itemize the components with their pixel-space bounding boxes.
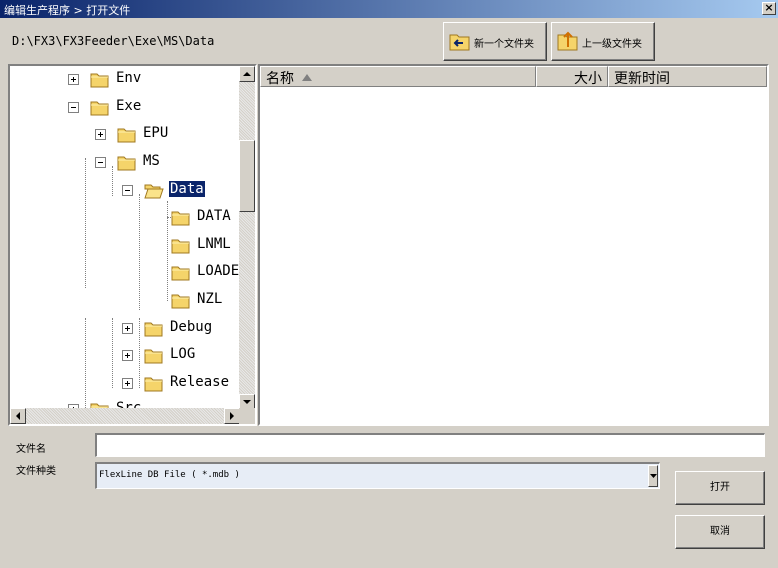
tree-item-label: MS — [143, 153, 160, 169]
open-button[interactable]: 打开 — [675, 471, 765, 505]
filename-input[interactable] — [95, 433, 765, 457]
folder-icon — [171, 237, 191, 254]
collapse-minus-icon[interactable] — [95, 157, 106, 168]
expand-plus-icon[interactable] — [122, 378, 133, 389]
window-title: 编辑生产程序 > 打开文件 — [4, 4, 131, 17]
tree-item-label: NZL — [197, 291, 223, 307]
arrow-left-icon — [16, 412, 20, 420]
tree-item-loade[interactable]: LOADE — [149, 261, 240, 283]
scroll-left-button[interactable] — [10, 408, 26, 424]
new-folder-label: 新一个文件夹 — [474, 39, 534, 50]
scroll-thumb[interactable] — [239, 140, 255, 212]
tree-item-label: LOG — [170, 346, 196, 362]
tree-item-epu[interactable]: EPU — [95, 123, 240, 145]
folder-icon — [144, 347, 164, 364]
collapse-minus-icon[interactable] — [68, 102, 79, 113]
folder-icon — [90, 71, 110, 88]
arrow-down-icon — [243, 400, 251, 404]
chevron-down-icon — [650, 474, 657, 478]
tree-item-nzl[interactable]: NZL — [149, 289, 240, 311]
tree-content: Env Exe EPU MS Data DATA LNML LOADE NZL … — [10, 66, 240, 410]
up-folder-button[interactable]: 上一级文件夹 — [551, 22, 655, 61]
tree-item-data-selected[interactable]: Data — [122, 179, 240, 201]
scroll-right-button[interactable] — [224, 408, 240, 424]
file-list[interactable]: 名称 大小 更新时间 — [258, 64, 769, 426]
expand-plus-icon[interactable] — [95, 129, 106, 140]
folder-icon — [171, 292, 191, 309]
tree-item-env[interactable]: Env — [68, 68, 238, 90]
tree-horizontal-scrollbar[interactable] — [10, 408, 240, 424]
column-name-label: 名称 — [266, 71, 294, 87]
folder-icon — [144, 320, 164, 337]
tree-item-label: Env — [116, 70, 142, 86]
folder-icon — [117, 154, 137, 171]
close-icon: × — [764, 1, 774, 14]
list-header: 名称 大小 更新时间 — [260, 66, 767, 87]
expand-plus-icon[interactable] — [122, 350, 133, 361]
folder-icon — [171, 264, 191, 281]
filetype-select[interactable]: FlexLine DB File ( *.mdb ) — [95, 462, 660, 489]
tree-item-release[interactable]: Release — [122, 372, 240, 394]
column-header-updated[interactable]: 更新时间 — [608, 66, 767, 87]
folder-icon — [171, 209, 191, 226]
tree-item-label: Exe — [116, 98, 142, 114]
arrow-up-icon — [243, 72, 251, 76]
filetype-label: 文件种类 — [16, 466, 56, 477]
tree-item-log[interactable]: LOG — [122, 344, 240, 366]
scrollbar-corner — [239, 408, 255, 424]
tree-item-label: Release — [170, 374, 230, 390]
close-button[interactable]: × — [762, 2, 776, 15]
tree-item-label: Data — [168, 180, 206, 198]
tree-item-ms[interactable]: MS — [95, 151, 240, 173]
arrow-right-icon — [230, 412, 234, 420]
folder-icon — [90, 99, 110, 116]
title-bar: 编辑生产程序 > 打开文件 × — [0, 0, 778, 18]
column-header-name[interactable]: 名称 — [260, 66, 536, 87]
tree-item-debug[interactable]: Debug — [122, 317, 240, 339]
current-path: D:\FX3\FX3Feeder\Exe\MS\Data — [12, 34, 215, 48]
cancel-button[interactable]: 取消 — [675, 515, 765, 549]
column-header-size[interactable]: 大小 — [536, 66, 608, 87]
column-size-label: 大小 — [574, 71, 602, 87]
folder-icon — [117, 126, 137, 143]
filetype-value: FlexLine DB File ( *.mdb ) — [99, 470, 240, 480]
expand-plus-icon[interactable] — [68, 74, 79, 85]
new-folder-button[interactable]: 新一个文件夹 — [443, 22, 547, 61]
tree-item-lnml[interactable]: LNML — [149, 234, 240, 256]
tree-item-label: DATA — [197, 208, 231, 224]
folder-icon — [144, 375, 164, 392]
open-folder-icon — [144, 182, 164, 199]
up-folder-label: 上一级文件夹 — [582, 39, 642, 50]
sort-ascending-icon — [302, 74, 312, 81]
tree-item-data-sub[interactable]: DATA — [149, 206, 240, 228]
tree-item-label: EPU — [143, 125, 169, 141]
folder-tree[interactable]: Env Exe EPU MS Data DATA LNML LOADE NZL … — [8, 64, 257, 426]
tree-item-label: Debug — [170, 319, 213, 335]
collapse-minus-icon[interactable] — [122, 185, 133, 196]
tree-vertical-scrollbar[interactable] — [239, 66, 255, 410]
expand-plus-icon[interactable] — [122, 323, 133, 334]
tree-item-exe[interactable]: Exe — [68, 96, 238, 118]
scroll-up-button[interactable] — [239, 66, 255, 82]
filetype-dropdown-button[interactable] — [648, 465, 658, 487]
column-updated-label: 更新时间 — [614, 71, 670, 87]
new-folder-icon — [449, 34, 470, 51]
up-folder-icon — [557, 31, 578, 51]
filename-label: 文件名 — [16, 444, 46, 455]
tree-item-label: LNML — [197, 236, 231, 252]
tree-item-label: LOADE — [197, 263, 240, 279]
